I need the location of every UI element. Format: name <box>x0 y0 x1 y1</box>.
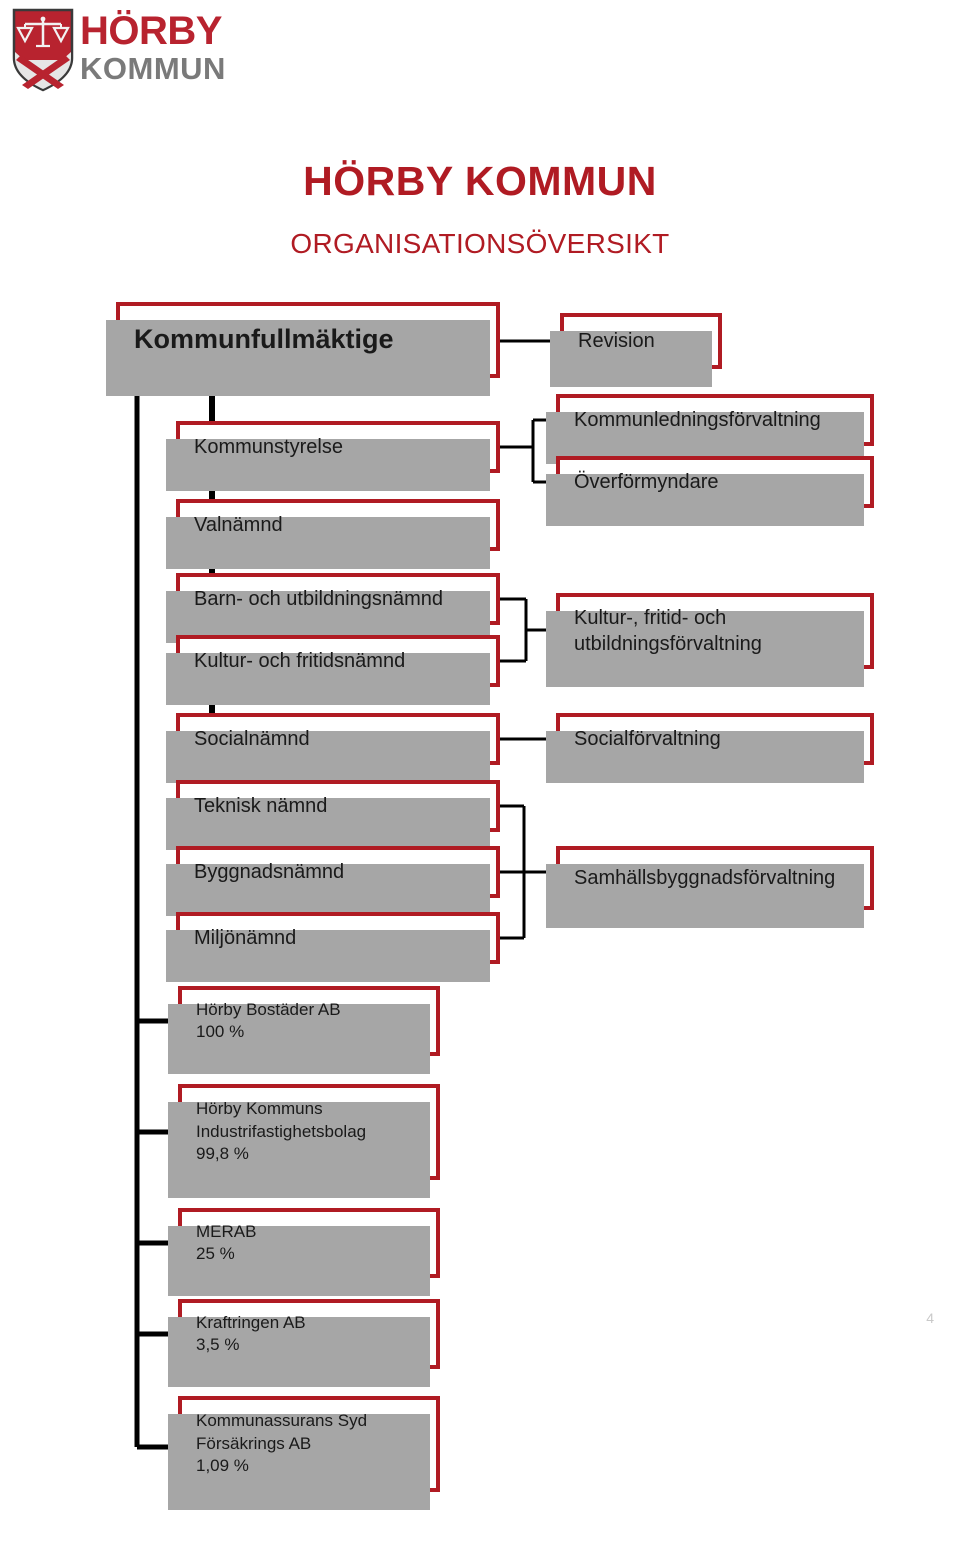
node-valnamnd[interactable]: Valnämnd <box>166 499 500 569</box>
node-label: Överförmyndare <box>574 470 719 493</box>
node-horby-industrifastighetsbolag[interactable]: Hörby Kommuns Industrifastighetsbolag 99… <box>168 1084 440 1198</box>
node-byggnadsnamnd[interactable]: Byggnadsnämnd <box>166 846 500 916</box>
node-label: Hörby Kommuns Industrifastighetsbolag 99… <box>196 1099 367 1164</box>
node-label: Teknisk nämnd <box>194 794 328 817</box>
node-miljonamnd[interactable]: Miljönämnd <box>166 912 500 982</box>
node-label: MERAB 25 % <box>196 1221 257 1263</box>
node-label: Kraftringen AB 3,5 % <box>196 1312 306 1354</box>
node-kultur-fritid-utbildningsforvaltning[interactable]: Kultur-, fritid- och utbildningsförvaltn… <box>546 593 874 687</box>
node-label: Socialnämnd <box>194 727 310 750</box>
node-kommunassurans[interactable]: Kommunassurans Syd Försäkrings AB 1,09 % <box>168 1396 440 1510</box>
node-label: Kommunassurans Syd Försäkrings AB 1,09 % <box>196 1411 368 1476</box>
node-kultur-och-fritidsnamnd[interactable]: Kultur- och fritidsnämnd <box>166 635 500 705</box>
node-label: Kommunledningsförvaltning <box>574 408 821 431</box>
node-kraftringen[interactable]: Kraftringen AB 3,5 % <box>168 1299 440 1387</box>
node-kommunledningsforvaltning[interactable]: Kommunledningsförvaltning <box>546 394 874 464</box>
node-label: Revision <box>578 329 655 352</box>
node-merab[interactable]: MERAB 25 % <box>168 1208 440 1296</box>
node-label: Barn- och utbildningsnämnd <box>194 587 444 610</box>
node-label: Kommunstyrelse <box>194 435 343 458</box>
node-barn-och-utbildningsnamnd[interactable]: Barn- och utbildningsnämnd <box>166 573 500 643</box>
node-revision[interactable]: Revision <box>550 313 722 387</box>
page-number: 4 <box>926 1310 934 1326</box>
node-label: Valnämnd <box>194 513 283 536</box>
node-label: Kultur- och fritidsnämnd <box>194 649 406 672</box>
node-label: Samhällsbyggnadsförvaltning <box>574 866 836 889</box>
node-kommunfullmaktige[interactable]: Kommunfullmäktige <box>106 302 500 396</box>
node-kommunstyrelse[interactable]: Kommunstyrelse <box>166 421 500 491</box>
node-label: Miljönämnd <box>194 926 297 949</box>
node-teknisk-namnd[interactable]: Teknisk nämnd <box>166 780 500 850</box>
node-label: Byggnadsnämnd <box>194 860 345 883</box>
organization-chart: Kommunfullmäktige Revision Kommunstyrels… <box>0 0 960 1553</box>
node-label: Hörby Bostäder AB 100 % <box>196 999 341 1041</box>
node-samhallsbyggnadsforvaltning[interactable]: Samhällsbyggnadsförvaltning <box>546 846 874 928</box>
node-label: Kultur-, fritid- och utbildningsförvaltn… <box>574 606 762 655</box>
node-overformyndare[interactable]: Överförmyndare <box>546 456 874 526</box>
node-socialforvaltning[interactable]: Socialförvaltning <box>546 713 874 783</box>
node-label: Socialförvaltning <box>574 727 721 750</box>
node-horby-bostader[interactable]: Hörby Bostäder AB 100 % <box>168 986 440 1074</box>
node-socialnamnd[interactable]: Socialnämnd <box>166 713 500 783</box>
node-label: Kommunfullmäktige <box>134 324 394 355</box>
